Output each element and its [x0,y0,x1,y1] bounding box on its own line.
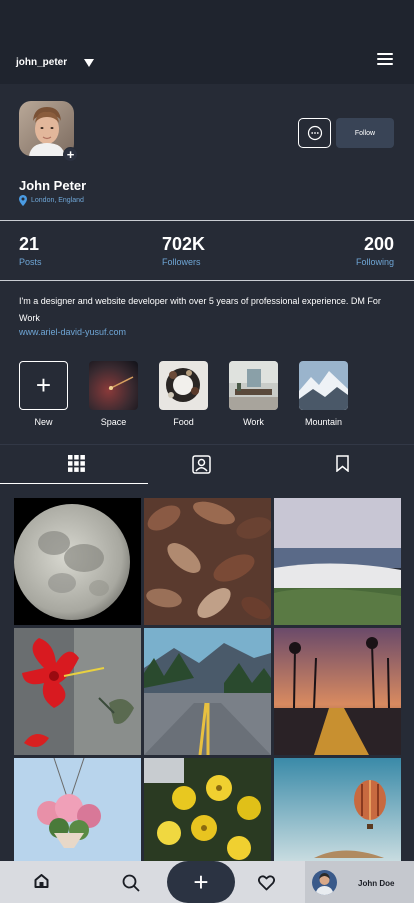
tagged-user-icon [192,455,211,474]
highlight-thumbnail [299,361,348,410]
search-icon [122,874,140,892]
stat-value: 200 [363,234,394,254]
home-icon [34,874,49,888]
nav-activity[interactable] [257,875,276,896]
nav-profile-name: John Doe [358,879,395,888]
highlight-work[interactable]: Work [229,361,278,427]
nav-search[interactable] [122,874,140,897]
location-text: London, England [31,197,84,204]
highlight-label: New [34,417,53,427]
bio-text: I'm a designer and website developer wit… [19,296,381,323]
grid-icon [68,455,85,472]
tab-grid[interactable] [68,455,85,477]
plus-icon: + [19,361,68,410]
highlight-label: Work [243,417,264,427]
highlight-label: Food [173,417,194,427]
grid-post[interactable] [144,628,271,755]
add-story-icon[interactable]: + [63,147,78,162]
chat-bubble-icon [307,125,322,141]
stat-value: 21 [19,234,40,254]
highlight-thumbnail [229,361,278,410]
profile-name: John Peter [19,178,87,193]
highlight-label: Mountain [304,417,343,427]
grid-post[interactable] [144,498,271,625]
grid-post[interactable] [14,498,141,625]
grid-post[interactable] [274,498,401,625]
divider [0,280,414,281]
stat-label: Following [355,257,394,267]
stat-label: Followers [162,257,201,267]
stat-posts[interactable]: 21 Posts [19,234,42,267]
add-post-button[interactable]: + [167,861,235,903]
stat-label: Posts [19,257,42,267]
nav-avatar[interactable] [312,870,337,895]
stat-value: 702K [162,234,206,254]
nav-home[interactable] [34,874,49,893]
follow-button[interactable]: Follow [336,118,394,148]
stat-followers[interactable]: 702K Followers [162,234,205,267]
heart-icon [257,875,276,891]
location-pin-icon [19,195,27,206]
highlight-new[interactable]: + New [19,361,68,427]
active-tab-indicator [0,483,148,484]
highlight-space[interactable]: Space [89,361,138,427]
highlight-food[interactable]: Food [159,361,208,427]
highlight-mountain[interactable]: Mountain [299,361,348,427]
highlight-thumbnail [159,361,208,410]
add-icon: + [193,866,209,897]
grid-post[interactable] [14,628,141,755]
message-button[interactable] [298,118,331,148]
tab-tagged[interactable] [192,455,211,479]
highlight-label: Space [100,417,127,427]
location: London, England [19,195,84,206]
top-bar [0,0,414,84]
bookmark-icon [336,455,349,473]
grid-post[interactable] [274,628,401,755]
website-link[interactable]: www.ariel-david-yusuf.com [19,327,126,337]
username-switcher[interactable]: john_peter [16,57,67,68]
caret-down-icon[interactable] [84,59,94,67]
divider [0,220,414,221]
hamburger-menu-icon[interactable] [377,53,393,65]
tab-saved[interactable] [336,455,349,477]
stat-following[interactable]: 200 Following [356,234,394,267]
highlight-thumbnail [89,361,138,410]
